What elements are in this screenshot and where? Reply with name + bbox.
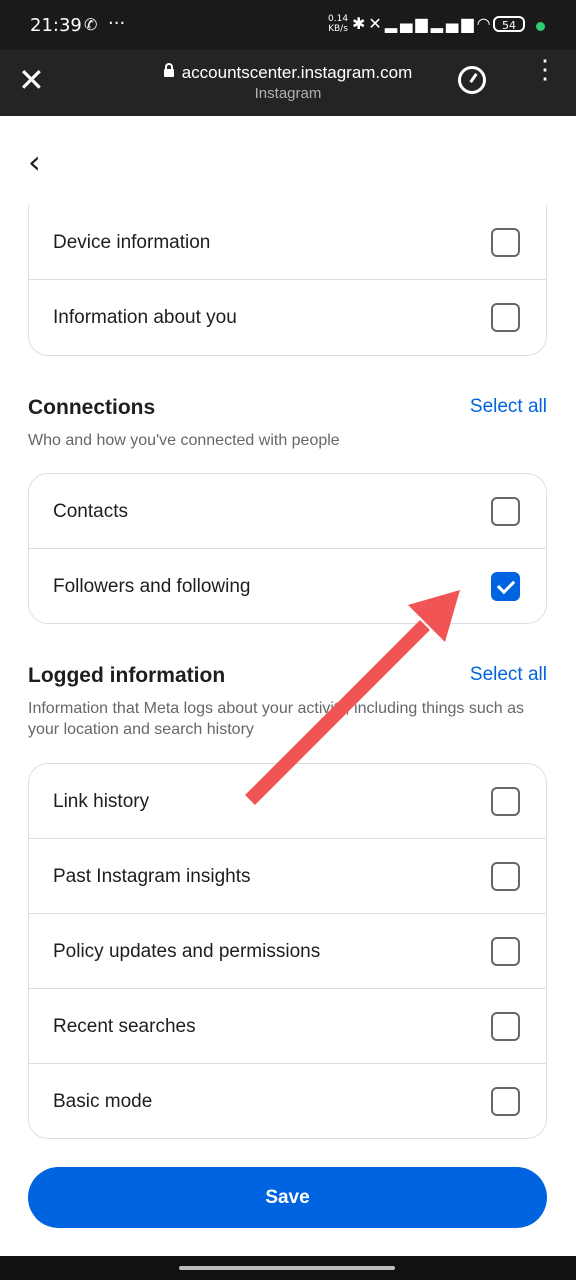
annotation-arrow-shaft: [245, 620, 430, 805]
annotation-arrow: [245, 590, 460, 805]
